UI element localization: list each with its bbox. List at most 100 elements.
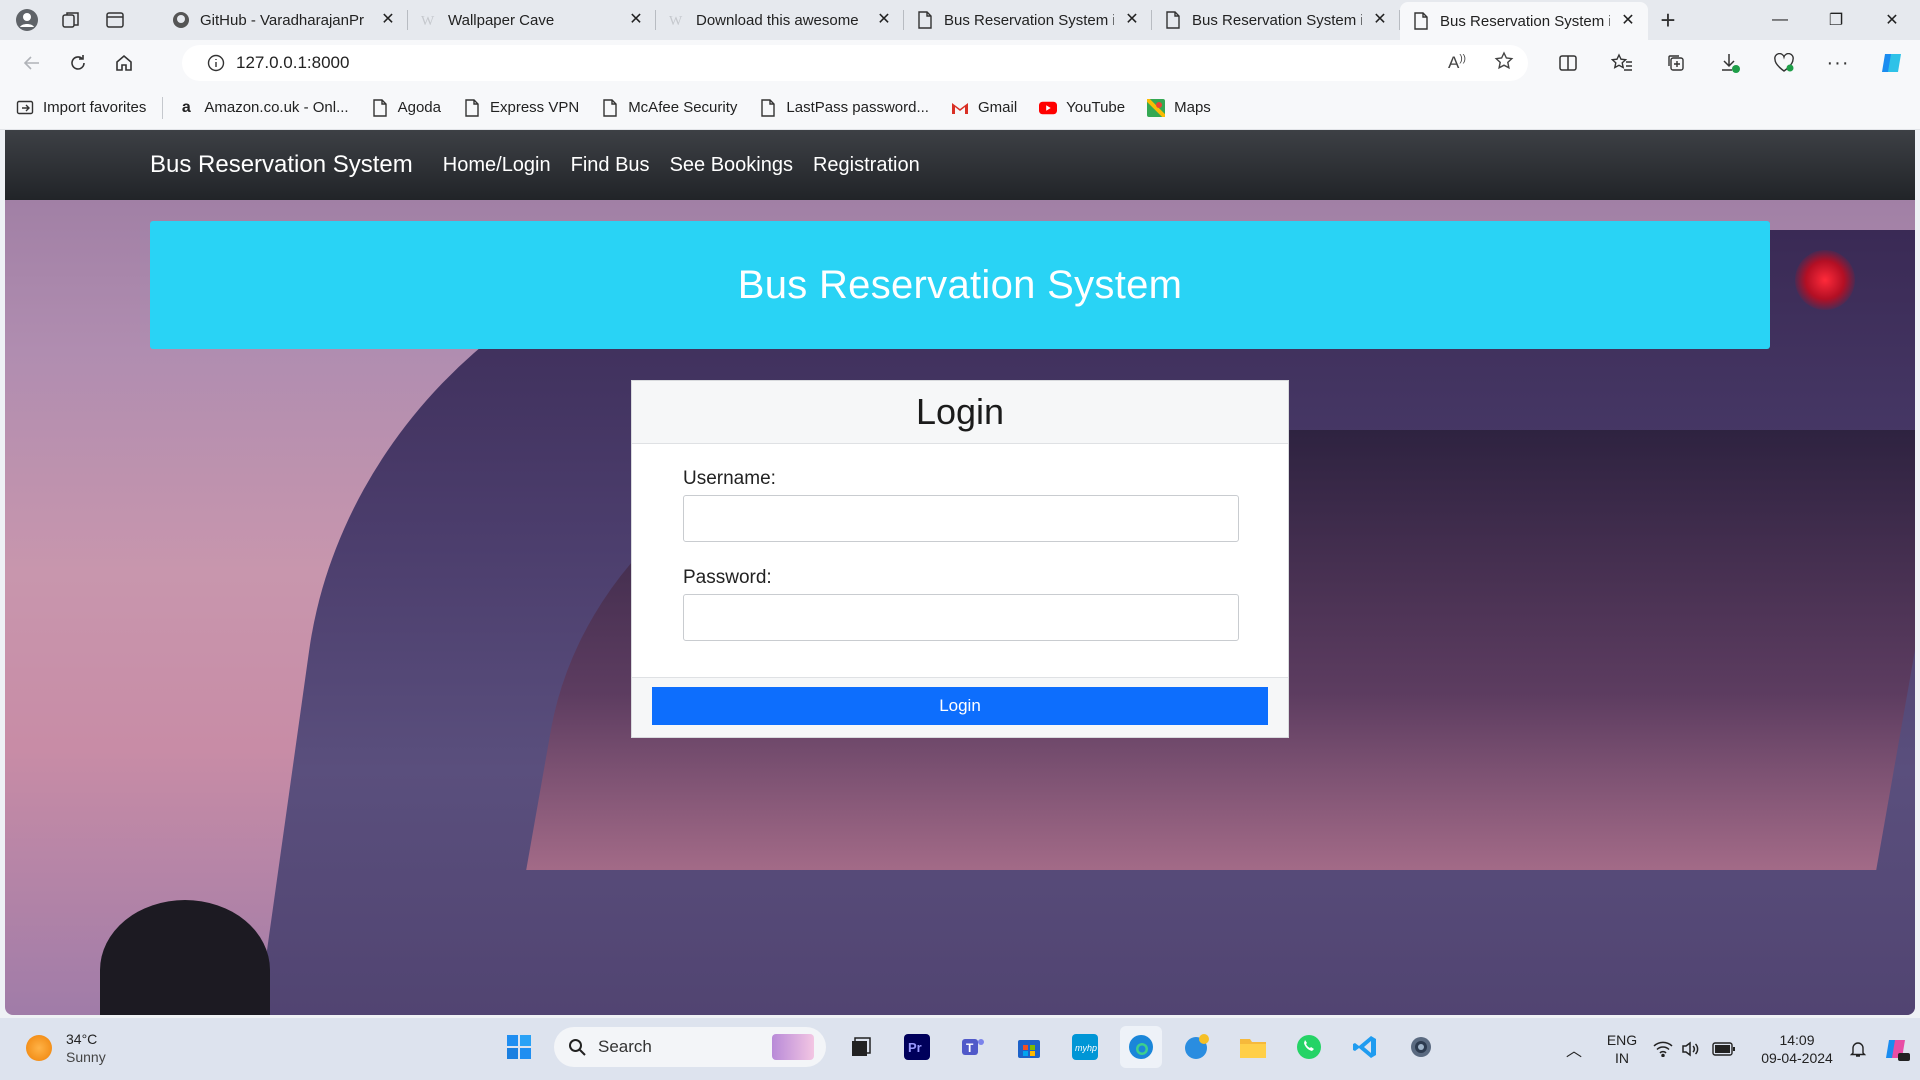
password-input[interactable] [683,594,1239,641]
myhp-icon[interactable]: myhp [1064,1026,1106,1068]
back-arrow-icon[interactable] [10,45,54,81]
file-explorer-icon[interactable] [1232,1026,1274,1068]
username-label: Username: [683,468,776,489]
browser-tab[interactable]: Bus Reservation System in ✕ [1152,0,1400,40]
site-info-icon[interactable] [196,54,236,72]
nav-see-bookings[interactable]: See Bookings [670,154,793,177]
system-tray: ︿ ENG IN 14:09 09-04-2024 [1554,1018,1920,1080]
close-tab-icon[interactable]: ✕ [628,12,644,28]
collections-icon[interactable] [1656,43,1696,83]
browser-essentials-icon[interactable] [1764,43,1804,83]
browser-tab-strip: GitHub - VaradharajanPr ✕ W Wallpaper Ca… [0,0,1920,40]
browser-tab[interactable]: W Wallpaper Cave ✕ [408,0,656,40]
favorite-maps[interactable]: Maps [1147,98,1211,117]
favorite-mcafee[interactable]: McAfee Security [601,98,737,117]
login-card-header: Login [632,381,1288,444]
username-input[interactable] [683,495,1239,542]
vscode-icon[interactable] [1344,1026,1386,1068]
edge-canary-icon[interactable] [1176,1026,1218,1068]
favorite-import[interactable]: Import favorites [16,99,146,117]
clock-date: 09-04-2024 [1761,1050,1833,1066]
split-screen-icon[interactable] [1548,43,1588,83]
close-tab-icon[interactable]: ✕ [876,12,892,28]
windows-start-icon[interactable] [498,1026,540,1068]
favorite-amazon[interactable]: a Amazon.co.uk - Onl... [177,99,349,117]
refresh-icon[interactable] [56,45,100,81]
nav-home-login[interactable]: Home/Login [443,154,551,177]
close-tab-icon[interactable]: ✕ [1620,13,1636,29]
favorite-gmail[interactable]: Gmail [951,99,1017,117]
copilot-icon[interactable] [1872,43,1912,83]
login-card-footer: Login [632,677,1288,737]
favorite-label: Amazon.co.uk - Onl... [204,99,349,116]
tab-title: Download this awesome [696,11,859,29]
new-tab-button[interactable]: + [1648,0,1688,40]
clock[interactable]: 14:09 09-04-2024 [1752,1031,1842,1067]
notifications-bell-icon[interactable] [1842,1040,1874,1058]
background-bus-taillight [1795,250,1855,310]
favorites-bar: Import favorites a Amazon.co.uk - Onl...… [0,86,1920,130]
browser-tab[interactable]: Bus Reservation System in ✕ [904,0,1152,40]
favorite-agoda[interactable]: Agoda [371,98,441,117]
settings-gear-icon[interactable] [1400,1026,1442,1068]
volume-icon[interactable] [1676,1041,1706,1057]
sunny-icon [26,1035,52,1061]
nav-registration[interactable]: Registration [813,154,920,177]
svg-text:W: W [669,14,683,29]
read-aloud-icon[interactable]: A)) [1448,53,1466,73]
copilot-preview-icon[interactable] [1874,1035,1920,1063]
nav-find-bus[interactable]: Find Bus [571,154,650,177]
profile-icon[interactable] [12,5,42,35]
show-hidden-icons-chevron[interactable]: ︿ [1554,1037,1594,1061]
wallpapercave-icon: W [668,11,686,29]
favorite-label: Import favorites [43,99,147,116]
wifi-icon[interactable] [1650,1041,1676,1057]
favorites-icon[interactable] [1602,43,1642,83]
address-bar[interactable]: 127.0.0.1:8000 A)) [182,45,1528,81]
whatsapp-icon[interactable] [1288,1026,1330,1068]
workspaces-icon[interactable] [56,5,86,35]
browser-tab[interactable]: GitHub - VaradharajanPr ✕ [160,0,408,40]
favorite-youtube[interactable]: YouTube [1039,99,1125,117]
clock-time: 14:09 [1779,1032,1815,1048]
downloads-icon[interactable] [1710,43,1750,83]
url-text[interactable]: 127.0.0.1:8000 [236,53,349,73]
task-view-icon[interactable] [840,1026,882,1068]
gmail-icon [951,99,969,117]
more-menu-icon[interactable]: ··· [1818,43,1858,83]
taskbar-search[interactable]: Search [554,1027,826,1067]
close-tab-icon[interactable]: ✕ [1372,12,1388,28]
microsoft-store-icon[interactable] [1008,1026,1050,1068]
vertical-tabs-icon[interactable] [100,5,130,35]
weather-widget[interactable]: 34°C Sunny [26,1030,106,1066]
favorite-label: Agoda [397,99,441,116]
edge-browser-icon[interactable] [1120,1026,1162,1068]
page-icon [916,11,934,29]
login-button[interactable]: Login [652,687,1268,725]
restore-icon[interactable]: ❐ [1808,0,1864,40]
favorite-star-icon[interactable] [1494,50,1514,76]
language-indicator[interactable]: ENG IN [1594,1031,1650,1067]
close-window-icon[interactable]: ✕ [1864,0,1920,40]
browser-toolbar: ··· [1548,40,1912,86]
minimize-icon[interactable]: — [1752,0,1808,40]
browser-tab[interactable]: W Download this awesome ✕ [656,0,904,40]
home-icon[interactable] [102,45,146,81]
tab-title: Bus Reservation System in [944,11,1114,29]
favorite-lastpass[interactable]: LastPass password... [759,98,929,117]
close-tab-icon[interactable]: ✕ [1124,12,1140,28]
site-brand[interactable]: Bus Reservation System [150,151,413,179]
favorite-label: LastPass password... [786,99,929,116]
search-highlight-icon [772,1034,814,1060]
github-icon [172,11,190,29]
favorite-label: Express VPN [489,99,580,116]
battery-icon[interactable] [1706,1042,1742,1056]
premiere-pro-icon[interactable]: Pr [896,1026,938,1068]
browser-tab-active[interactable]: Bus Reservation System in ✕ [1400,2,1648,40]
tab-title: Bus Reservation System in [1440,12,1610,30]
teams-icon[interactable]: T [952,1026,994,1068]
tab-strip-left-controls [0,5,160,35]
import-icon [16,99,34,117]
favorite-expressvpn[interactable]: Express VPN [463,98,580,117]
close-tab-icon[interactable]: ✕ [380,12,396,28]
